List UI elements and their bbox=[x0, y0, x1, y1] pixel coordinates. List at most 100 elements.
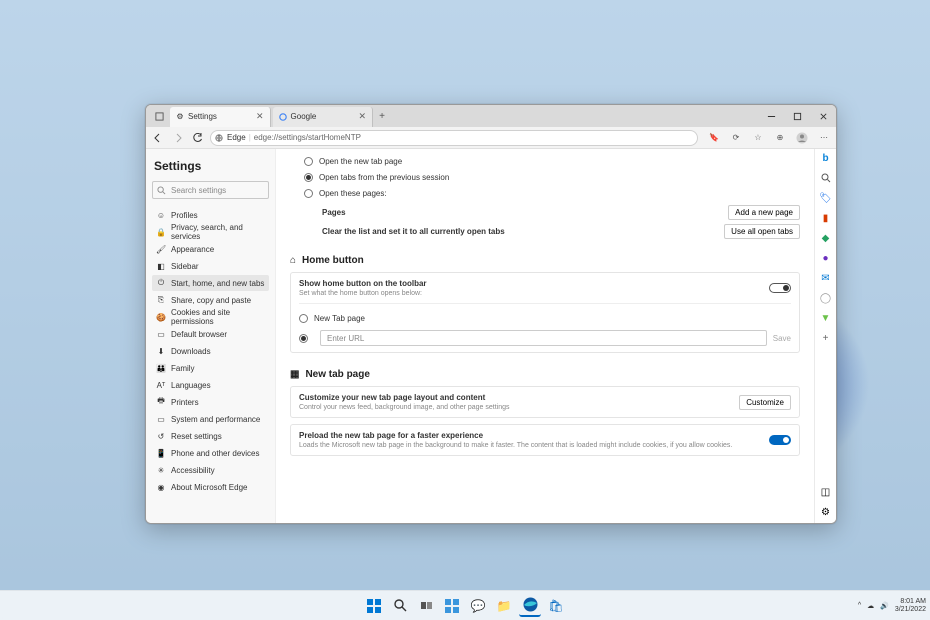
preload-title: Preload the new tab page for a faster ex… bbox=[299, 431, 761, 440]
refresh-button[interactable] bbox=[190, 130, 206, 146]
reset-icon: ↺ bbox=[156, 432, 166, 441]
cookie-icon: 🍪 bbox=[156, 313, 166, 322]
customize-button[interactable]: Customize bbox=[739, 395, 791, 410]
nav-family[interactable]: 👪Family bbox=[152, 360, 269, 376]
shopping-icon[interactable]: 🏷 bbox=[819, 191, 833, 205]
nav-sidebar[interactable]: ◧Sidebar bbox=[152, 258, 269, 274]
home-opt-ntp[interactable]: New Tab page bbox=[299, 310, 791, 326]
tab-settings[interactable]: ⚙ Settings ✕ bbox=[170, 107, 271, 127]
nav-share[interactable]: ⎘Share, copy and paste bbox=[152, 292, 269, 308]
tab-label: Settings bbox=[188, 112, 248, 121]
explorer-button[interactable]: 📁 bbox=[493, 595, 515, 617]
startup-opt-previous[interactable]: Open tabs from the previous session bbox=[304, 169, 800, 185]
nav-privacy[interactable]: 🔒Privacy, search, and services bbox=[152, 224, 269, 240]
profile-icon[interactable] bbox=[794, 130, 810, 146]
settings-panel[interactable]: Open the new tab page Open tabs from the… bbox=[276, 149, 814, 523]
radio-icon bbox=[304, 189, 313, 198]
accessibility-icon: ✳ bbox=[156, 466, 166, 475]
minimize-button[interactable] bbox=[758, 105, 784, 127]
edge-taskbar-button[interactable] bbox=[519, 595, 541, 617]
search-icon bbox=[157, 186, 167, 195]
nav-printers[interactable]: 🖶Printers bbox=[152, 394, 269, 410]
refresh-alt-icon[interactable]: ⟳ bbox=[728, 130, 744, 146]
nav-phone[interactable]: 📱Phone and other devices bbox=[152, 445, 269, 461]
store-button[interactable]: 🛍 bbox=[545, 595, 567, 617]
outlook-icon[interactable]: ✉ bbox=[819, 271, 833, 285]
customize-title: Customize your new tab page layout and c… bbox=[299, 393, 510, 402]
address-bar[interactable]: Edge | edge://settings/startHomeNTP bbox=[210, 130, 698, 146]
back-button[interactable] bbox=[150, 130, 166, 146]
new-tab-button[interactable]: + bbox=[373, 111, 391, 122]
settings-sidebar: Settings Search settings ☺Profiles 🔒Priv… bbox=[146, 149, 276, 523]
sidebar-settings-icon[interactable]: ⚙ bbox=[819, 505, 833, 519]
nav-appearance[interactable]: 🖌Appearance bbox=[152, 241, 269, 257]
more-icon[interactable]: ⋯ bbox=[816, 130, 832, 146]
panel-icon: ◧ bbox=[156, 262, 166, 271]
tools-icon[interactable]: ▮ bbox=[819, 211, 833, 225]
power-icon: ⏻ bbox=[156, 278, 166, 288]
titlebar: ⚙ Settings ✕ Google ✕ + bbox=[146, 105, 836, 127]
add-sidebar-icon[interactable]: + bbox=[819, 331, 833, 345]
drop-icon[interactable]: ◯ bbox=[819, 291, 833, 305]
nav-start-home-newtabs[interactable]: ⏻Start, home, and new tabs bbox=[152, 275, 269, 291]
home-icon: ⌂ bbox=[290, 255, 296, 266]
tray-chevron-icon[interactable]: ^ bbox=[858, 602, 861, 609]
close-window-button[interactable] bbox=[810, 105, 836, 127]
radio-icon[interactable] bbox=[299, 334, 308, 343]
settings-heading: Settings bbox=[154, 159, 269, 173]
taskview-button[interactable] bbox=[415, 595, 437, 617]
startup-opt-pages[interactable]: Open these pages: bbox=[304, 185, 800, 201]
settings-nav: ☺Profiles 🔒Privacy, search, and services… bbox=[152, 207, 269, 495]
games-icon[interactable]: ◆ bbox=[819, 231, 833, 245]
tray-cloud-icon[interactable]: ☁ bbox=[867, 602, 874, 610]
bing-icon[interactable]: b bbox=[819, 151, 833, 165]
search-placeholder: Search settings bbox=[171, 186, 226, 195]
tab-google[interactable]: Google ✕ bbox=[273, 107, 374, 127]
nav-about[interactable]: ◉About Microsoft Edge bbox=[152, 479, 269, 495]
forward-button[interactable] bbox=[170, 130, 186, 146]
maximize-button[interactable] bbox=[784, 105, 810, 127]
show-home-toggle[interactable] bbox=[769, 283, 791, 293]
office-icon[interactable]: ● bbox=[819, 251, 833, 265]
show-home-title: Show home button on the toolbar bbox=[299, 279, 427, 288]
apps-icon[interactable]: ▼ bbox=[819, 311, 833, 325]
nav-languages[interactable]: AᵀLanguages bbox=[152, 377, 269, 393]
show-home-desc: Set what the home button opens below: bbox=[299, 290, 427, 297]
brush-icon: 🖌 bbox=[156, 245, 166, 254]
sidebar-panel-icon[interactable]: ◫ bbox=[819, 485, 833, 499]
preload-toggle[interactable] bbox=[769, 435, 791, 445]
startup-opt-newtab[interactable]: Open the new tab page bbox=[304, 153, 800, 169]
chat-button[interactable]: 💬 bbox=[467, 595, 489, 617]
search-button[interactable] bbox=[389, 595, 411, 617]
new-tab-page-section: ▦New tab page Customize your new tab pag… bbox=[290, 369, 800, 456]
use-all-open-tabs-button[interactable]: Use all open tabs bbox=[724, 224, 800, 239]
grid-icon: ▦ bbox=[290, 369, 299, 380]
clock[interactable]: 8:01 AM 3/21/2022 bbox=[895, 598, 926, 613]
tray-volume-icon[interactable]: 🔊 bbox=[880, 602, 889, 610]
close-tab-icon[interactable]: ✕ bbox=[351, 111, 367, 122]
collections-icon[interactable]: ⊕ bbox=[772, 130, 788, 146]
read-aloud-icon[interactable]: 🔖 bbox=[706, 130, 722, 146]
nav-default-browser[interactable]: ▭Default browser bbox=[152, 326, 269, 342]
nav-cookies[interactable]: 🍪Cookies and site permissions bbox=[152, 309, 269, 325]
favorites-icon[interactable]: ☆ bbox=[750, 130, 766, 146]
startup-options: Open the new tab page Open tabs from the… bbox=[290, 153, 800, 239]
add-new-page-button[interactable]: Add a new page bbox=[728, 205, 800, 220]
search-icon[interactable] bbox=[819, 171, 833, 185]
site-info-icon[interactable] bbox=[215, 134, 223, 142]
google-icon bbox=[279, 113, 287, 121]
nav-accessibility[interactable]: ✳Accessibility bbox=[152, 462, 269, 478]
edge-window: ⚙ Settings ✕ Google ✕ + bbox=[145, 104, 837, 524]
search-settings-input[interactable]: Search settings bbox=[152, 181, 269, 199]
nav-downloads[interactable]: ⬇Downloads bbox=[152, 343, 269, 359]
nav-reset[interactable]: ↺Reset settings bbox=[152, 428, 269, 444]
nav-system[interactable]: ▭System and performance bbox=[152, 411, 269, 427]
tab-actions-icon[interactable] bbox=[150, 112, 168, 121]
widgets-button[interactable] bbox=[441, 595, 463, 617]
home-url-input[interactable]: Enter URL bbox=[320, 330, 767, 346]
start-button[interactable] bbox=[363, 595, 385, 617]
home-save-button[interactable]: Save bbox=[773, 334, 791, 343]
close-tab-icon[interactable]: ✕ bbox=[248, 111, 264, 122]
nav-profiles[interactable]: ☺Profiles bbox=[152, 207, 269, 223]
edge-sidebar: b 🏷 ▮ ◆ ● ✉ ◯ ▼ + ◫ ⚙ bbox=[814, 149, 836, 523]
